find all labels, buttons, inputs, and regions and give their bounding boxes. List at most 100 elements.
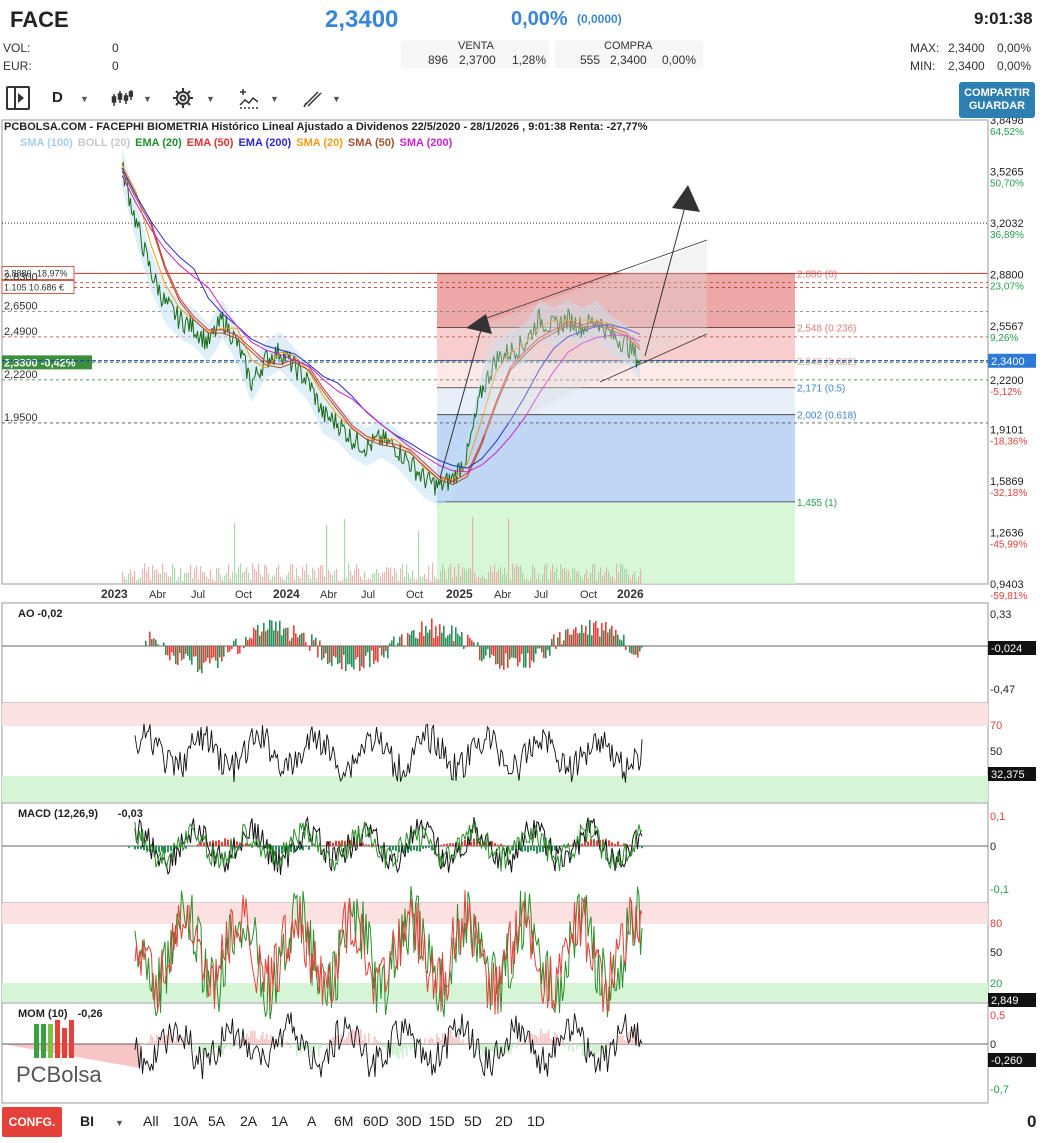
config-button[interactable]: CONFG. (2, 1107, 62, 1137)
arrow-head-icon (672, 185, 700, 212)
volume-bar (632, 574, 634, 584)
range-button-2d[interactable]: 2D (495, 1113, 513, 1129)
range-button-60d[interactable]: 60D (363, 1113, 389, 1129)
chart-area[interactable]: 2,886 (0)2,548 (0.236)2,340 (0.382)2,171… (0, 118, 1050, 1108)
volume-bar (350, 570, 352, 584)
ao-bar (357, 646, 359, 658)
momentum-bar (490, 1044, 492, 1052)
chevron-down-icon[interactable]: ▼ (332, 94, 341, 104)
chart-title: PCBOLSA.COM - FACEPHI BIOMETRIA Históric… (4, 121, 648, 133)
ao-bar (519, 646, 521, 663)
volume-bar (584, 573, 586, 584)
buy-label: COMPRA (604, 40, 653, 52)
y-tick-label: 1,5869 (990, 476, 1024, 488)
chevron-down-icon[interactable]: ▼ (206, 94, 215, 104)
volume-bar (472, 516, 474, 584)
volume-bar (268, 573, 270, 584)
volume-bar (452, 577, 454, 584)
indicator-selector[interactable]: BI (80, 1113, 94, 1129)
range-button-10a[interactable]: 10A (173, 1113, 198, 1129)
chevron-down-icon[interactable]: ▼ (115, 1118, 124, 1128)
momentum-bar (546, 1032, 548, 1044)
volume-bar (362, 579, 364, 584)
volume-bar (194, 569, 196, 584)
momentum-bar (270, 1034, 272, 1044)
macd-hist-bar (275, 846, 277, 851)
volume-bar (358, 568, 360, 584)
volume-bar (200, 566, 202, 584)
macd-hist-bar (443, 844, 445, 846)
volume-bar (218, 568, 220, 584)
volume-bar (624, 568, 626, 584)
y-pct-label: 50,70% (990, 179, 1024, 190)
fib-label: 2,886 (0) (797, 270, 837, 281)
volume-bar (578, 570, 580, 584)
ao-bar (285, 627, 287, 646)
x-tick-label: Abr (320, 589, 337, 601)
range-button-6m[interactable]: 6M (334, 1113, 353, 1129)
volume-bar (478, 576, 480, 584)
range-button-5d[interactable]: 5D (464, 1113, 482, 1129)
period-selector[interactable]: D (52, 89, 63, 106)
chevron-down-icon[interactable]: ▼ (143, 94, 152, 104)
macd-hist-bar (449, 843, 451, 846)
ao-bar (303, 632, 305, 646)
range-button-1d[interactable]: 1D (527, 1113, 545, 1129)
momentum-bar (162, 1035, 164, 1044)
pencil-icon[interactable] (302, 88, 324, 108)
range-button-2a[interactable]: 2A (240, 1113, 257, 1129)
legend-item[interactable]: EMA (20) (135, 137, 182, 149)
volume-bar (572, 568, 574, 584)
legend-item[interactable]: EMA (200) (238, 137, 291, 149)
volume-bar (368, 578, 370, 584)
legend-item[interactable]: SMA (50) (348, 137, 395, 149)
sidebar-toggle-icon[interactable] (6, 86, 30, 110)
range-button-a[interactable]: A (307, 1113, 316, 1129)
range-button-15d[interactable]: 15D (429, 1113, 455, 1129)
ao-bar (305, 642, 307, 646)
range-button-1a[interactable]: 1A (271, 1113, 288, 1129)
chevron-down-icon[interactable]: ▼ (80, 94, 89, 104)
range-button-30d[interactable]: 30D (396, 1113, 422, 1129)
volume-bar (344, 518, 346, 584)
ao-bar (587, 634, 589, 646)
volume-bar (126, 579, 128, 584)
legend-item[interactable]: EMA (50) (187, 137, 234, 149)
momentum-bar (482, 1044, 484, 1056)
drawing-tools-icon[interactable] (238, 87, 260, 109)
range-button-5a[interactable]: 5A (208, 1113, 225, 1129)
gear-icon[interactable] (172, 87, 194, 109)
range-button-all[interactable]: All (143, 1113, 159, 1129)
share-save-button[interactable]: COMPARTIR GUARDAR (959, 82, 1035, 118)
chevron-down-icon[interactable]: ▼ (270, 94, 279, 104)
volume-bar (544, 565, 546, 584)
legend-item[interactable]: SMA (200) (400, 137, 453, 149)
volume-bar (548, 579, 550, 584)
volume-bar (338, 580, 340, 584)
volume-bar (534, 567, 536, 584)
volume-bar (232, 572, 234, 584)
volume-bar (476, 578, 478, 584)
volume-bar (524, 579, 526, 584)
momentum-bar (236, 1040, 238, 1044)
ao-bar (297, 637, 299, 646)
volume-bar (596, 580, 598, 584)
macd-hist-bar (440, 845, 442, 846)
legend-item[interactable]: SMA (20) (296, 137, 343, 149)
ao-bar (551, 639, 553, 646)
macd-hist-bar (425, 846, 427, 849)
volume-bar (494, 564, 496, 584)
volume-bar (422, 576, 424, 584)
volume-bar (318, 567, 320, 584)
momentum-bar (458, 1032, 460, 1044)
sell-label: VENTA (458, 40, 494, 52)
macd-hist-bar (473, 838, 475, 846)
macd-hist-bar (308, 846, 310, 850)
volume-bar (320, 565, 322, 584)
ao-bar (187, 646, 189, 656)
candle-type-icon[interactable] (111, 88, 133, 108)
legend-item[interactable]: SMA (100) (20, 137, 73, 149)
momentum-bar (572, 1044, 574, 1053)
legend-item[interactable]: BOLL (20) (78, 137, 130, 149)
bottom-right-value: 0 (1027, 1112, 1037, 1131)
